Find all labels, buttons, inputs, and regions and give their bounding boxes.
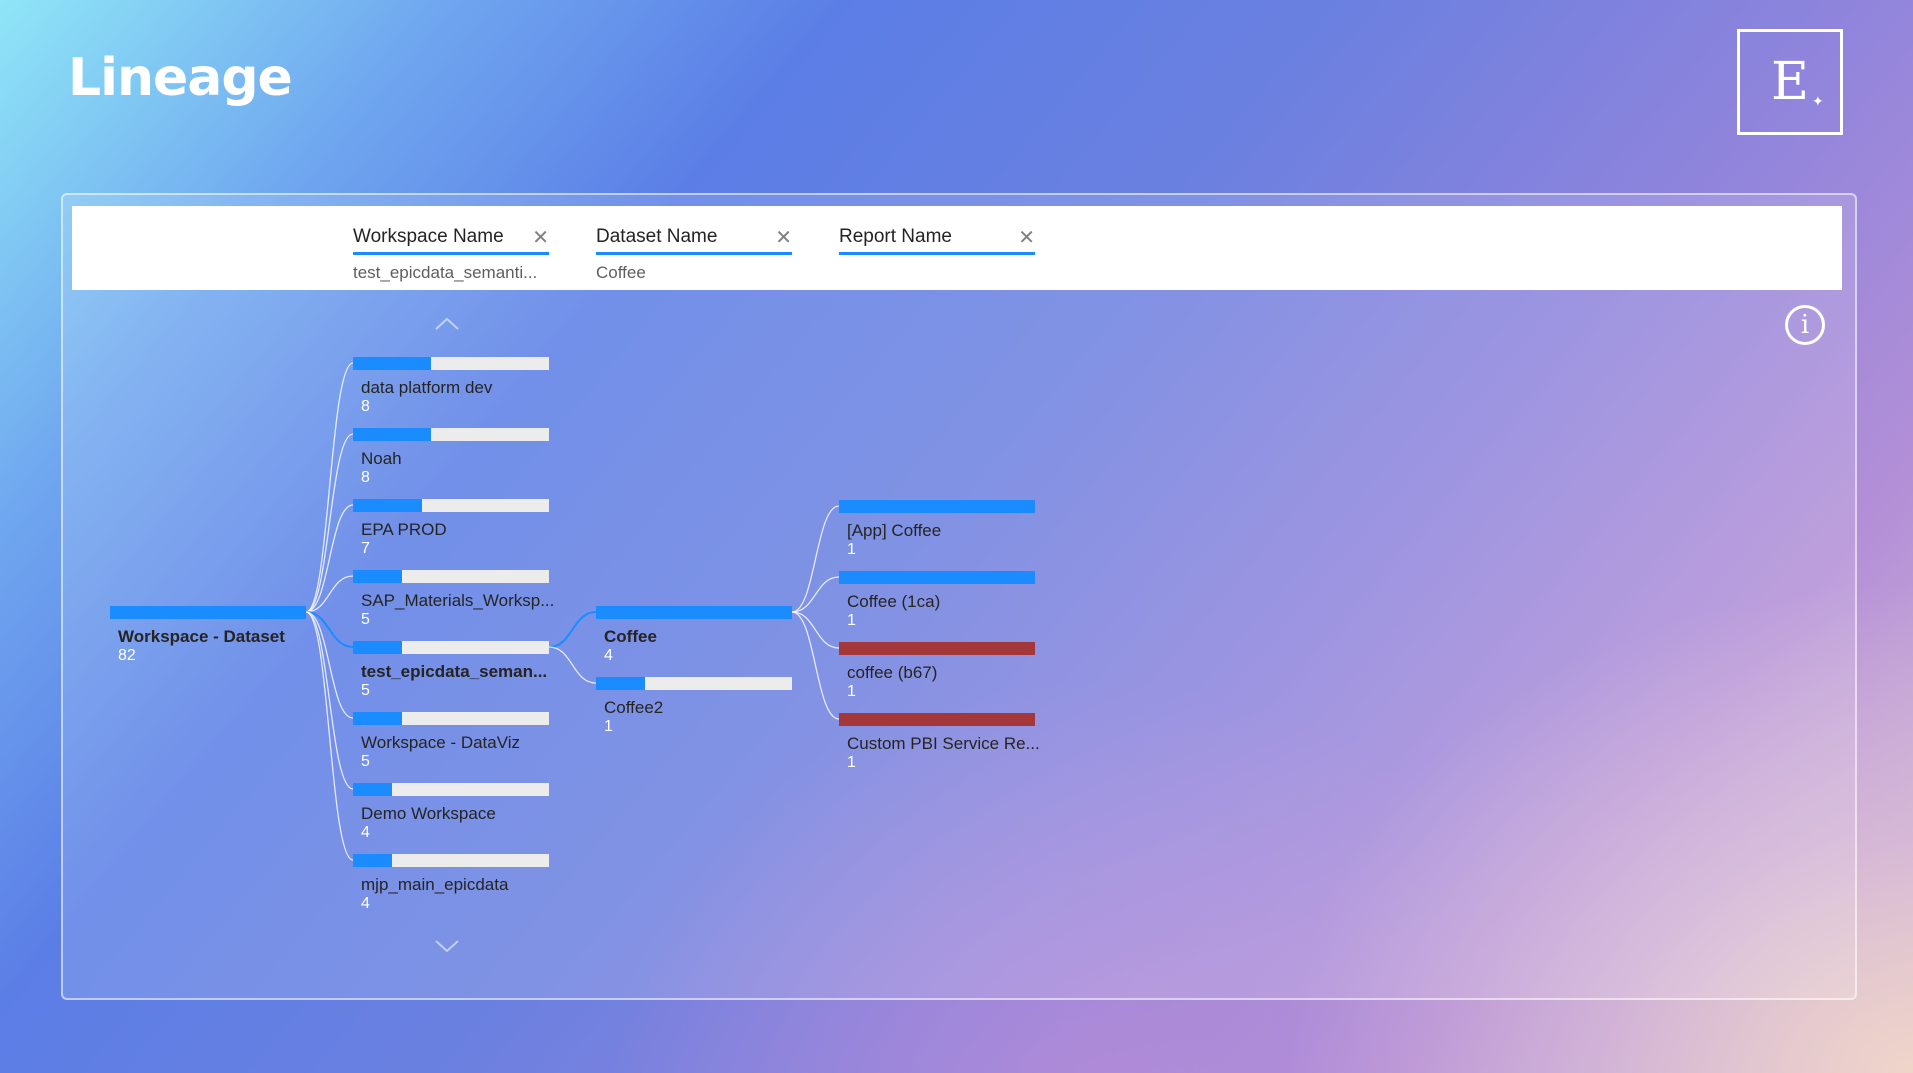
node-label: Coffee (1ca) [847, 592, 941, 611]
node-bar-fill [353, 570, 402, 583]
tree-link [791, 505, 840, 613]
node-label: Workspace - DataViz [361, 733, 521, 752]
node-bar [110, 606, 306, 619]
node-count: 82 [118, 647, 136, 664]
workspace-node[interactable]: mjp_main_epicdata 4 [353, 854, 549, 913]
node-bar [353, 783, 549, 796]
report-node[interactable]: Custom PBI Service Re... 1 [839, 713, 1040, 772]
node-bar-fill [839, 642, 1035, 655]
tree-link [791, 576, 840, 613]
node-label: Workspace - Dataset [118, 627, 285, 646]
tree-link [305, 362, 354, 613]
node-bar [353, 641, 549, 654]
root-node[interactable]: Workspace - Dataset 82 [110, 606, 306, 665]
tree-link [791, 611, 840, 720]
node-label: mjp_main_epicdata [361, 875, 509, 894]
node-bar [839, 642, 1035, 655]
node-bar [839, 571, 1035, 584]
node-bar [353, 499, 549, 512]
node-bar [353, 357, 549, 370]
node-bar-fill [110, 606, 306, 619]
node-bar-fill [596, 606, 792, 619]
node-bar-fill [353, 428, 432, 441]
workspace-node[interactable]: test_epicdata_seman... 5 [353, 641, 549, 700]
workspace-node[interactable]: Demo Workspace 4 [353, 783, 549, 842]
tree-link [548, 611, 597, 648]
node-label: Custom PBI Service Re... [847, 734, 1040, 753]
node-bar-fill [839, 500, 1035, 513]
node-count: 4 [604, 647, 613, 664]
workspace-node[interactable]: data platform dev 8 [353, 357, 549, 416]
node-count: 1 [847, 754, 856, 771]
node-bar-fill [353, 712, 402, 725]
node-count: 5 [361, 682, 370, 699]
node-label: SAP_Materials_Worksp... [361, 591, 555, 610]
tree-link [305, 611, 354, 861]
node-bar [353, 428, 549, 441]
dataset-node[interactable]: Coffee 4 [596, 606, 792, 665]
chevron-down-icon[interactable] [430, 936, 464, 956]
node-label: Coffee2 [604, 698, 664, 717]
node-bar-fill [596, 677, 645, 690]
node-label: [App] Coffee [847, 521, 942, 540]
node-count: 4 [361, 824, 370, 841]
node-bar-fill [353, 854, 393, 867]
tree-link [791, 611, 840, 649]
node-bar [839, 713, 1035, 726]
tree-link [548, 646, 597, 684]
node-count: 1 [847, 612, 856, 629]
node-bar-fill [839, 571, 1035, 584]
node-label: Coffee [604, 627, 657, 646]
node-label: coffee (b67) [847, 663, 938, 682]
node-bar [839, 500, 1035, 513]
node-bar [596, 606, 792, 619]
dataset-node[interactable]: Coffee2 1 [596, 677, 792, 736]
workspace-node[interactable]: EPA PROD 7 [353, 499, 549, 558]
node-label: Demo Workspace [361, 804, 496, 823]
node-count: 8 [361, 398, 370, 415]
node-count: 5 [361, 611, 370, 628]
node-bar [353, 854, 549, 867]
report-node[interactable]: coffee (b67) 1 [839, 642, 1035, 701]
report-node[interactable]: [App] Coffee 1 [839, 500, 1035, 559]
node-count: 1 [604, 718, 613, 735]
node-bar-fill [839, 713, 1035, 726]
node-label: Noah [361, 449, 402, 468]
node-count: 8 [361, 469, 370, 486]
tree-link [305, 433, 354, 613]
node-bar-fill [353, 641, 402, 654]
node-bar [353, 570, 549, 583]
node-count: 4 [361, 895, 370, 912]
node-bar [596, 677, 792, 690]
node-count: 1 [847, 541, 856, 558]
node-bar [353, 712, 549, 725]
chevron-up-icon[interactable] [430, 314, 464, 334]
node-bar-fill [353, 783, 393, 796]
workspace-node[interactable]: Noah 8 [353, 428, 549, 487]
node-bar-fill [353, 499, 422, 512]
report-node[interactable]: Coffee (1ca) 1 [839, 571, 1035, 630]
node-label: data platform dev [361, 378, 493, 397]
node-label: EPA PROD [361, 520, 447, 539]
node-count: 7 [361, 540, 370, 557]
node-label: test_epicdata_seman... [361, 662, 548, 681]
tree-link [305, 611, 354, 790]
node-bar-fill [353, 357, 432, 370]
workspace-node[interactable]: SAP_Materials_Worksp... 5 [353, 570, 555, 629]
workspace-node[interactable]: Workspace - DataViz 5 [353, 712, 549, 771]
node-count: 1 [847, 683, 856, 700]
node-count: 5 [361, 753, 370, 770]
